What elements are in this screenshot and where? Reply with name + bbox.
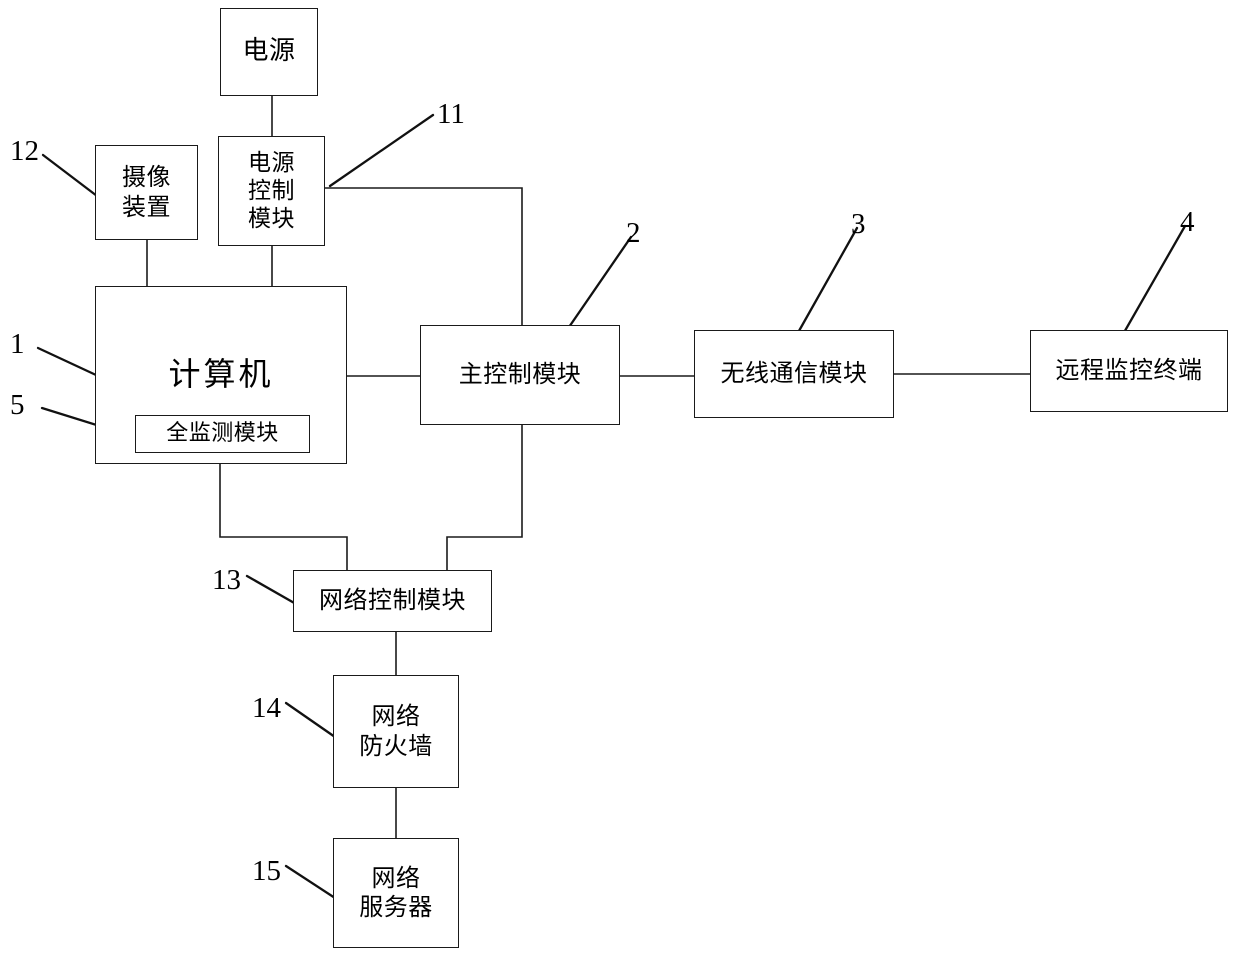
reference-number-3: 3 [851,208,866,240]
node-label-network-firewall: 网络 防火墙 [359,702,433,760]
node-label-full-monitor-module: 全监测模块 [166,420,279,446]
node-camera: 摄像 装置 [95,145,198,240]
node-label-camera: 摄像 装置 [122,163,171,221]
leader-line-13 [245,574,298,606]
reference-number-5: 5 [10,389,25,421]
reference-number-1: 1 [10,328,25,360]
reference-number-11: 11 [437,98,465,130]
node-network-server: 网络 服务器 [333,838,459,948]
reference-number-13: 13 [212,564,241,596]
node-network-control: 网络控制模块 [293,570,492,632]
leader-line-2 [565,235,633,332]
node-label-remote-terminal: 远程监控终端 [1055,356,1203,385]
leader-line-1 [36,346,98,377]
block-diagram-canvas: 电源电源 控制 模块 摄像 装置计算机全监测模块 主控制模块 无线通信模块 远程监控终端… [0,0,1240,953]
reference-number-15: 15 [252,855,281,887]
node-label-wireless-comm: 无线通信模块 [720,359,868,388]
connector-main_control-to-network_control [446,424,523,571]
connector-computer-to-network_control [219,463,348,571]
leader-lines [36,113,1187,900]
leader-line-3 [793,226,859,340]
reference-number-4: 4 [1180,206,1195,238]
node-main-control: 主控制模块 [420,325,620,425]
diagram-connector-layer [36,95,1187,900]
node-wireless-comm: 无线通信模块 [694,330,894,418]
leader-line-14 [284,701,337,739]
node-power-control: 电源 控制 模块 [218,136,325,246]
node-label-power-control: 电源 控制 模块 [248,149,295,233]
leader-line-12 [41,153,99,198]
reference-number-2: 2 [626,217,641,249]
node-label-network-server: 网络 服务器 [359,863,433,921]
reference-number-12: 12 [10,135,39,167]
node-label-power-supply: 电源 [242,36,296,67]
reference-number-14: 14 [252,692,281,724]
node-network-firewall: 网络 防火墙 [333,675,459,788]
node-remote-terminal: 远程监控终端 [1030,330,1228,412]
node-label-computer: 计算机 [168,355,274,394]
connector-power_control-to-main_control [324,187,523,326]
node-label-main-control: 主控制模块 [458,360,582,389]
node-label-network-control: 网络控制模块 [319,586,466,615]
leader-line-15 [284,864,337,900]
node-power-supply: 电源 [220,8,318,96]
leader-line-11 [328,113,435,188]
node-full-monitor-module: 全监测模块 [135,415,310,453]
leader-line-4 [1120,224,1187,338]
